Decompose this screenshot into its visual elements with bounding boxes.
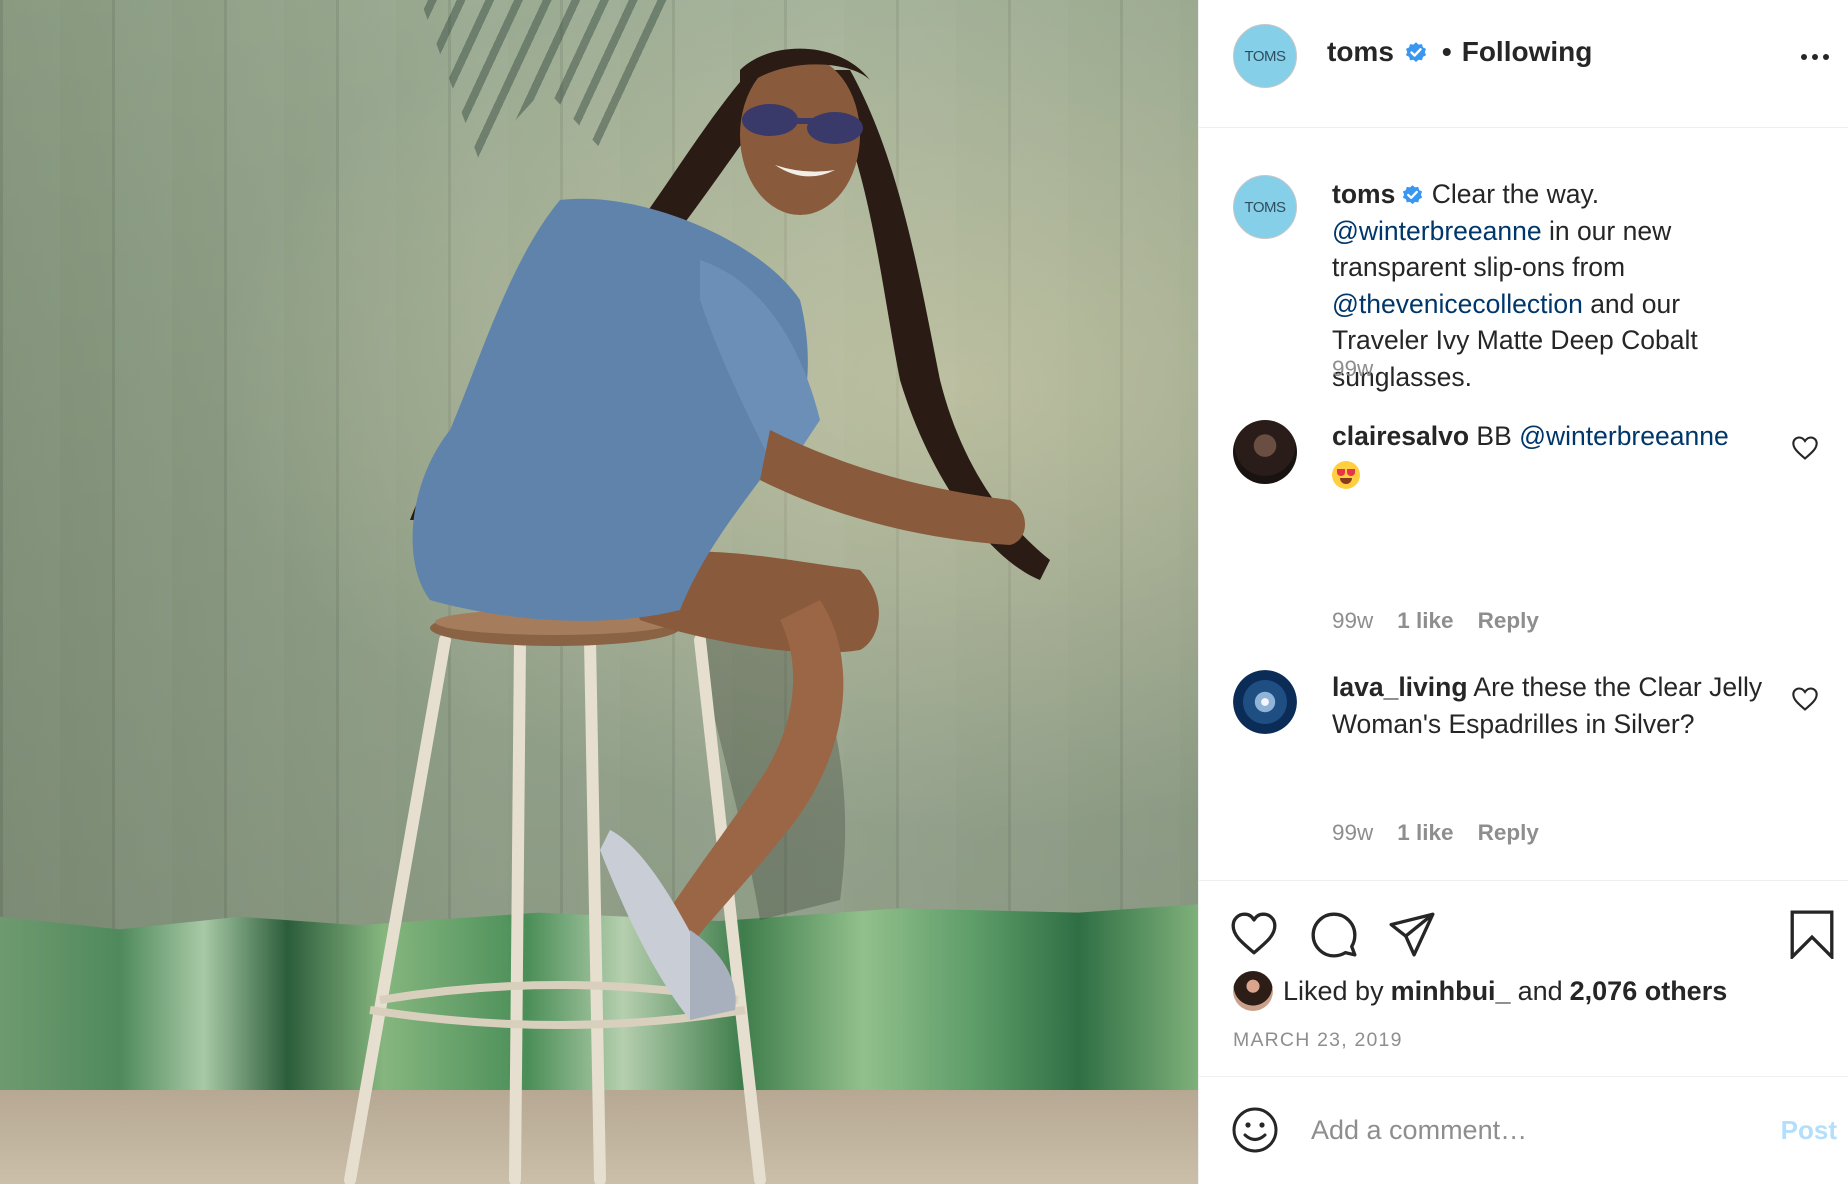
woman-on-stool-illustration: [344, 48, 1050, 1184]
following-button[interactable]: Following: [1462, 36, 1593, 68]
liker-username[interactable]: minhbui_: [1391, 976, 1511, 1007]
verified-badge-icon: [1405, 42, 1426, 62]
post-side-panel: TOMS toms • Following TOMS toms Clear th…: [1198, 0, 1848, 1184]
more-options-icon[interactable]: [1795, 42, 1835, 72]
verified-badge-icon: [1403, 185, 1423, 205]
mention-link[interactable]: @winterbreeanne: [1519, 421, 1729, 451]
caption-avatar[interactable]: TOMS: [1233, 175, 1297, 239]
bookmark-icon[interactable]: [1787, 909, 1837, 959]
post-photo[interactable]: [0, 0, 1198, 1184]
comment-text: lava_living Are these the Clear Jelly Wo…: [1332, 672, 1763, 739]
likes-count[interactable]: 2,076 others: [1570, 976, 1728, 1007]
header-username[interactable]: toms: [1327, 36, 1394, 68]
post-header: TOMS toms • Following: [1199, 0, 1848, 128]
comment-meta: 99w 1 like Reply: [1332, 820, 1539, 846]
caption-text: toms Clear the way. @winterbreeanne in o…: [1332, 179, 1698, 392]
comment-likes[interactable]: 1 like: [1397, 608, 1453, 634]
like-comment-heart-icon[interactable]: [1791, 435, 1819, 461]
comment-timestamp[interactable]: 99w: [1332, 608, 1373, 634]
post-date[interactable]: MARCH 23, 2019: [1233, 1029, 1403, 1052]
mention-link[interactable]: @winterbreeanne: [1332, 216, 1542, 246]
reply-button[interactable]: Reply: [1478, 820, 1539, 846]
liker-avatar[interactable]: [1233, 971, 1273, 1011]
action-bar: Liked by minhbui_ and 2,076 others MARCH…: [1199, 880, 1848, 1076]
comment-text: clairesalvo BB @winterbreeanne: [1332, 418, 1772, 491]
comment-username[interactable]: clairesalvo: [1332, 421, 1469, 451]
add-comment-bar: Post: [1199, 1076, 1848, 1184]
caption-timestamp[interactable]: 99w: [1332, 356, 1373, 382]
comment-timestamp[interactable]: 99w: [1332, 820, 1373, 846]
comment-likes[interactable]: 1 like: [1397, 820, 1453, 846]
comment-username[interactable]: lava_living: [1332, 672, 1468, 702]
comments-list[interactable]: TOMS toms Clear the way. @winterbreeanne…: [1199, 128, 1848, 880]
comment-input[interactable]: [1311, 1105, 1711, 1155]
heart-icon[interactable]: [1229, 909, 1279, 959]
likes-summary: Liked by minhbui_ and 2,076 others: [1233, 971, 1727, 1011]
comment-icon[interactable]: [1309, 909, 1359, 959]
reply-button[interactable]: Reply: [1478, 608, 1539, 634]
caption-meta: 99w: [1332, 356, 1373, 382]
heart-eyes-emoji: [1332, 460, 1360, 489]
comment-meta: 99w 1 like Reply: [1332, 608, 1539, 634]
emoji-picker-icon[interactable]: [1231, 1106, 1279, 1154]
separator-dot: •: [1441, 36, 1452, 67]
profile-avatar[interactable]: TOMS: [1233, 24, 1297, 88]
like-comment-heart-icon[interactable]: [1791, 686, 1819, 712]
post-button[interactable]: Post: [1781, 1115, 1837, 1146]
caption-username[interactable]: toms: [1332, 179, 1395, 209]
share-icon[interactable]: [1387, 909, 1437, 959]
commenter-avatar[interactable]: [1233, 420, 1297, 484]
mention-link[interactable]: @thevenicecollection: [1332, 289, 1583, 319]
commenter-avatar[interactable]: [1233, 670, 1297, 734]
